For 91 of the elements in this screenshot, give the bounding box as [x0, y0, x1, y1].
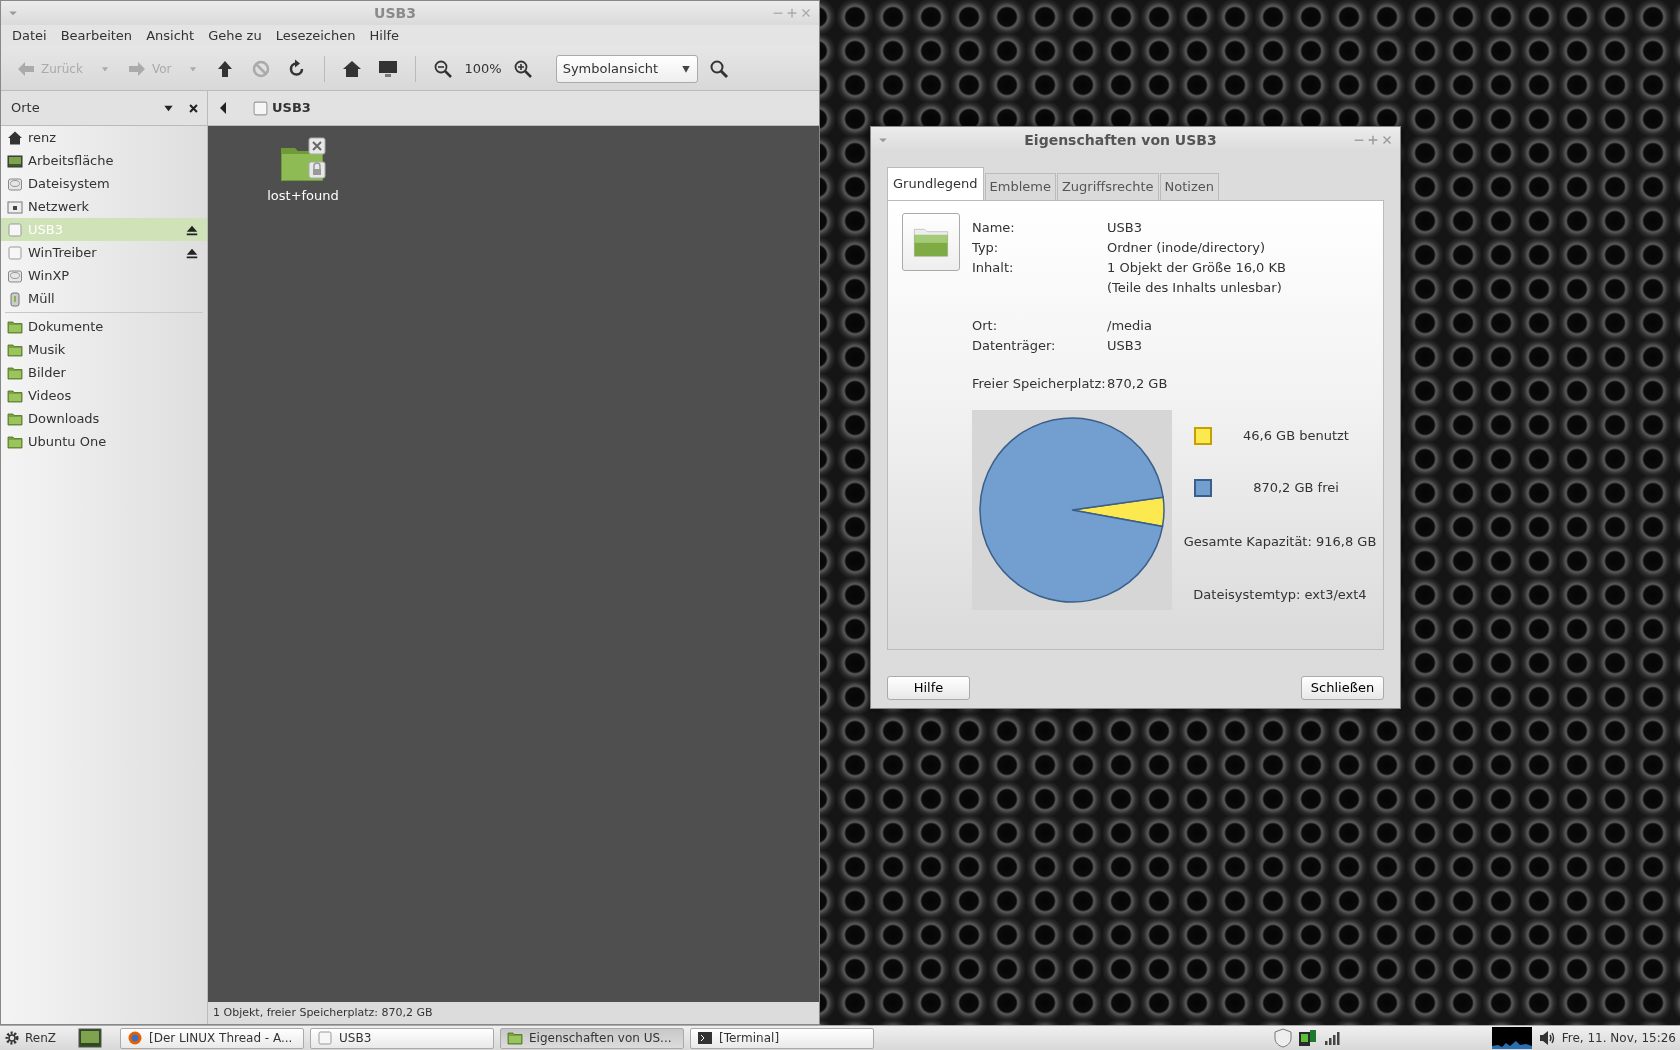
menu-item[interactable]: Ansicht	[139, 26, 202, 46]
folder-icon	[7, 318, 23, 335]
zoom-out-icon	[433, 58, 454, 79]
help-button[interactable]: Hilfe	[887, 675, 970, 700]
drive-icon	[252, 99, 269, 117]
folder-with-emblems-icon[interactable]	[279, 136, 327, 184]
zoom-in-icon	[512, 58, 533, 79]
sidebar-item[interactable]: Dateisystem	[1, 172, 207, 195]
sidebar-item[interactable]: WinTreiber	[1, 241, 207, 264]
sidebar-item[interactable]: Dokumente	[1, 315, 207, 338]
sidebar-item[interactable]: WinXP	[1, 264, 207, 287]
search-icon	[708, 58, 729, 79]
folder-icon	[507, 1030, 523, 1046]
network-icon[interactable]	[1297, 1028, 1318, 1048]
drive-icon	[7, 244, 23, 261]
file-name[interactable]: lost+found	[267, 186, 339, 206]
menu-item[interactable]: Hilfe	[362, 26, 407, 46]
sidebar-title: Orte	[11, 99, 41, 118]
monitor-icon	[378, 58, 399, 79]
home-icon	[7, 129, 23, 146]
window-title: Eigenschaften von USB3	[1023, 130, 1218, 150]
field-label: Freier Speicherplatz:	[972, 374, 1107, 393]
drive-icon	[317, 1030, 333, 1046]
gear-icon	[4, 1030, 20, 1046]
legend-label: 870,2 GB frei	[1252, 478, 1340, 497]
trash-icon	[7, 290, 23, 307]
folder-icon-button[interactable]	[902, 212, 960, 271]
filesystem-text: Dateisystemtyp: ext3/ext4	[1193, 585, 1367, 604]
menu-item[interactable]: Lesezeichen	[268, 26, 363, 46]
home-icon	[342, 58, 363, 79]
menu-item[interactable]: Gehe zu	[201, 26, 269, 46]
field-value: 1 Objekt der Größe 16,0 KB	[1107, 258, 1286, 277]
window-title: USB3	[373, 3, 417, 23]
stop-icon	[251, 58, 272, 79]
caret-icon	[680, 63, 691, 74]
sidebar-item[interactable]: Ubuntu One	[1, 430, 207, 453]
menu-item[interactable]: Datei	[5, 26, 54, 46]
field-value: USB3	[1107, 336, 1142, 355]
show-desktop-icon[interactable]	[78, 1028, 102, 1048]
tab[interactable]: Grundlegend	[887, 167, 984, 200]
path-button[interactable]: USB3	[252, 98, 311, 118]
menu-button[interactable]: RenZ	[4, 1029, 72, 1047]
sidebar-item[interactable]: Netzwerk	[1, 195, 207, 218]
browser-icon	[127, 1030, 143, 1046]
folder-icon	[7, 387, 23, 404]
field-value: 870,2 GB	[1107, 374, 1168, 393]
field-label: Typ:	[972, 238, 1000, 257]
view-select[interactable]: Symbolansicht	[555, 54, 698, 83]
sidebar-item[interactable]: Musik	[1, 338, 207, 361]
close-button[interactable]: Schließen	[1301, 675, 1384, 700]
field-value: USB3	[1107, 218, 1142, 237]
tab[interactable]: Zugriffsrechte	[1056, 173, 1159, 200]
menu-item[interactable]: Bearbeiten	[53, 26, 140, 46]
network-icon	[7, 198, 23, 215]
taskbar-button[interactable]: [Der LINUX Thread - A...	[120, 1027, 304, 1049]
view-select-value: Symbolansicht	[562, 59, 659, 78]
folder-icon	[7, 433, 23, 450]
desktop-icon	[7, 152, 23, 169]
signal-icon[interactable]	[1323, 1030, 1340, 1046]
sidebar-item[interactable]: Bilder	[1, 361, 207, 384]
sidebar-item[interactable]: renz	[1, 126, 207, 149]
field-note: (Teile des Inhalts unlesbar)	[1107, 278, 1283, 297]
field-label: Name:	[972, 218, 1016, 237]
field-value: /media	[1107, 316, 1152, 335]
taskbar-button[interactable]: Eigenschaften von US...	[500, 1027, 684, 1049]
taskbar-button[interactable]: USB3	[310, 1027, 494, 1049]
taskbar-button[interactable]: [Terminal]	[690, 1027, 874, 1049]
zoom-level: 100%	[464, 59, 502, 78]
field-label: Datenträger:	[972, 336, 1057, 355]
shield-icon[interactable]	[1273, 1028, 1292, 1048]
drive-icon	[7, 221, 23, 238]
folder-icon	[7, 341, 23, 358]
tab[interactable]: Notizen	[1159, 173, 1219, 200]
field-label: Ort:	[972, 316, 999, 335]
sidebar-item[interactable]: Videos	[1, 384, 207, 407]
legend-label: 46,6 GB benutzt	[1242, 426, 1350, 445]
cpu-graph-icon[interactable]	[1491, 1027, 1532, 1049]
folder-icon	[7, 410, 23, 427]
clock[interactable]: Fre, 11. Nov, 15:26	[1561, 1029, 1676, 1047]
close-icon[interactable]	[188, 102, 199, 114]
tab[interactable]: Embleme	[984, 173, 1056, 200]
sidebar-item[interactable]: Arbeitsfläche	[1, 149, 207, 172]
volume-icon[interactable]	[1537, 1030, 1556, 1046]
sidebar-item[interactable]: Downloads	[1, 407, 207, 430]
terminal-icon	[697, 1030, 713, 1046]
capacity-text: Gesamte Kapazität: 916,8 GB	[1183, 532, 1377, 551]
field-value: Ordner (inode/directory)	[1107, 238, 1266, 257]
folder-icon	[7, 364, 23, 381]
sidebar-item[interactable]: Müll	[1, 287, 207, 310]
path-back-icon[interactable]	[218, 102, 228, 114]
field-label: Inhalt:	[972, 258, 1015, 277]
